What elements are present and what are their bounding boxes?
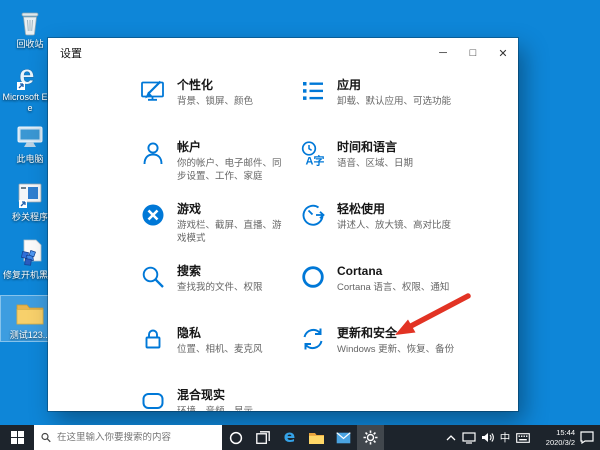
task-view-button[interactable] [249,425,276,450]
settings-category-time-language[interactable]: A字 时间和语言 语音、区域、日期 [300,140,518,202]
category-title: 应用 [337,78,362,92]
category-subtitle: Cortana 语言、权限、通知 [337,282,450,293]
minimize-button[interactable]: ─ [428,38,458,68]
cortana-ring-icon [229,431,242,444]
category-subtitle: 语音、区域、日期 [337,158,414,169]
time-language-icon: A字 [301,141,325,167]
ease-of-access-icon [302,204,325,226]
file-explorer-button[interactable] [303,425,330,450]
settings-category-mixed-reality[interactable]: 混合现实 环境、音频、显示 [140,388,300,411]
category-subtitle: 游戏栏、截屏、直播、游戏模式 [177,220,282,245]
settings-taskbar-button[interactable] [357,425,384,450]
category-title: 更新和安全 [337,326,398,340]
category-subtitle: 卸载、默认应用、可选功能 [337,96,452,107]
category-title: 隐私 [177,326,202,340]
category-title: 个性化 [177,78,214,92]
settings-category-grid: 个性化 背景、锁屏、颜色 应用 卸载、默认应用、可选功能 帐户 你的帐户、电子邮… [48,78,518,411]
category-title: 帐户 [177,140,202,154]
network-tray-button[interactable] [460,425,478,450]
privacy-lock-icon [145,329,161,349]
keyboard-icon [516,432,530,443]
task-view-icon [255,431,270,444]
apps-icon [303,82,323,100]
network-ethernet-icon [462,431,476,444]
category-subtitle: 你的帐户、电子邮件、同步设置、工作、家庭 [177,158,282,183]
personalization-icon [141,80,164,101]
start-button[interactable] [0,425,34,450]
search-category-icon [142,266,164,288]
mixed-reality-icon [142,393,164,409]
category-subtitle: Windows 更新、恢复、备份 [337,344,455,355]
clock-date: 2020/3/2 [545,437,575,447]
recycle-bin-icon [1,5,59,39]
category-title: 轻松使用 [337,202,386,216]
settings-window: 设置 ─ □ ✕ 个性化 背景、锁屏、颜色 应用 卸载、默认应用、可选功能 帐户… [48,38,518,411]
window-title: 设置 [60,48,82,60]
clock-time: 15:44 [556,427,575,437]
clock[interactable]: 15:44 2020/3/2 [532,428,578,448]
search-icon [41,432,51,443]
taskbar: e [0,425,600,450]
windows-logo-icon [10,431,24,444]
category-title: Cortana [337,264,383,278]
accounts-icon [143,142,163,165]
category-subtitle: 讲述人、放大镜、高对比度 [337,220,452,231]
settings-category-accounts[interactable]: 帐户 你的帐户、电子邮件、同步设置、工作、家庭 [140,140,300,202]
desktop: 回收站 e Microsoft Edge 此电脑 秒关程序 修复开机黑屏 测试1… [0,0,600,450]
category-subtitle: 位置、相机、麦克风 [177,344,263,355]
cortana-icon [302,266,324,288]
action-center-icon [580,431,594,444]
maximize-button[interactable]: □ [458,38,488,68]
mail-icon [336,431,351,443]
volume-tray-button[interactable] [478,425,496,450]
settings-category-personalization[interactable]: 个性化 背景、锁屏、颜色 [140,78,300,140]
speaker-icon [481,433,494,442]
update-security-icon [303,328,323,350]
system-tray: 中 15:44 2020/3/2 [442,425,600,450]
titlebar[interactable]: 设置 ─ □ ✕ [48,38,518,68]
settings-category-privacy[interactable]: 隐私 位置、相机、麦克风 [140,326,300,388]
ime-mode-label: 中 [499,432,511,444]
edge-taskbar-button[interactable]: e [276,425,303,450]
category-title: 搜索 [177,264,202,278]
close-button[interactable]: ✕ [488,38,518,68]
svg-text:A字: A字 [306,154,325,167]
gear-icon [363,430,378,445]
tray-chevron-button[interactable] [442,425,460,450]
edge-icon: e [283,427,296,447]
action-center-button[interactable] [578,425,596,450]
settings-category-gaming[interactable]: 游戏 游戏栏、截屏、直播、游戏模式 [140,202,300,264]
category-title: 游戏 [177,202,202,216]
settings-category-cortana[interactable]: Cortana Cortana 语言、权限、通知 [300,264,518,326]
settings-category-apps[interactable]: 应用 卸载、默认应用、可选功能 [300,78,518,140]
search-input[interactable] [56,432,215,443]
chevron-up-icon [446,434,456,440]
category-title: 混合现实 [177,388,226,402]
settings-category-search[interactable]: 搜索 查找我的文件、权限 [140,264,300,326]
settings-category-ease-of-access[interactable]: 轻松使用 讲述人、放大镜、高对比度 [300,202,518,264]
touch-keyboard-button[interactable] [514,425,532,450]
category-subtitle: 背景、锁屏、颜色 [177,96,254,107]
ime-indicator-button[interactable]: 中 [496,425,514,450]
file-explorer-icon [309,432,324,444]
gaming-xbox-icon [142,204,164,226]
category-subtitle: 环境、音频、显示 [177,405,263,411]
category-subtitle: 查找我的文件、权限 [177,282,263,293]
cortana-taskbar-button[interactable] [222,425,249,450]
settings-category-update-security[interactable]: 更新和安全 Windows 更新、恢复、备份 [300,326,518,388]
category-title: 时间和语言 [337,140,398,154]
taskbar-search[interactable] [34,425,222,450]
mail-button[interactable] [330,425,357,450]
